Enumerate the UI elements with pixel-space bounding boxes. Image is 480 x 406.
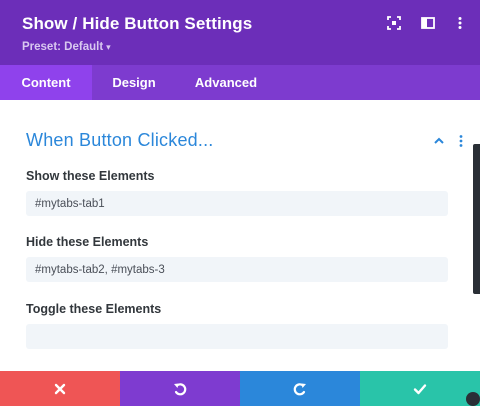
modal-title: Show / Hide Button Settings: [22, 14, 253, 33]
discard-button[interactable]: [0, 371, 120, 406]
hide-elements-input[interactable]: [26, 257, 448, 282]
resize-handle[interactable]: [466, 392, 480, 406]
preset-selector[interactable]: Preset: Default ▾: [22, 41, 111, 53]
undo-button[interactable]: [120, 371, 240, 406]
caret-down-icon: ▾: [106, 42, 111, 52]
more-options-icon[interactable]: [452, 15, 468, 31]
undo-icon: [174, 382, 187, 395]
settings-panel: When Button Clicked... Show these Elemen…: [0, 100, 480, 371]
redo-button[interactable]: [240, 371, 360, 406]
sidebar-toggle-icon[interactable]: [420, 15, 436, 31]
tab-advanced[interactable]: Advanced: [176, 65, 276, 100]
close-icon: [54, 383, 66, 394]
show-elements-input[interactable]: [26, 191, 448, 216]
toggle-elements-input[interactable]: [26, 324, 448, 349]
save-button[interactable]: [360, 371, 480, 406]
tab-bar: Content Design Advanced: [0, 65, 480, 100]
section-title[interactable]: When Button Clicked...: [26, 130, 214, 151]
hide-elements-label: Hide these Elements: [26, 235, 149, 249]
preset-label: Preset: Default: [22, 41, 104, 53]
action-bar: [0, 371, 480, 406]
toggle-elements-label: Toggle these Elements: [26, 302, 162, 316]
tab-design[interactable]: Design: [92, 65, 176, 100]
section-more-icon[interactable]: [455, 134, 467, 148]
checkmark-icon: [413, 383, 427, 394]
scrollbar[interactable]: [473, 144, 480, 294]
chevron-up-icon[interactable]: [432, 134, 446, 148]
show-elements-label: Show these Elements: [26, 169, 155, 183]
redo-icon: [293, 382, 306, 395]
expand-icon[interactable]: [386, 15, 402, 31]
modal-header: Show / Hide Button Settings Preset: Defa…: [0, 0, 480, 65]
tab-content[interactable]: Content: [0, 65, 92, 100]
